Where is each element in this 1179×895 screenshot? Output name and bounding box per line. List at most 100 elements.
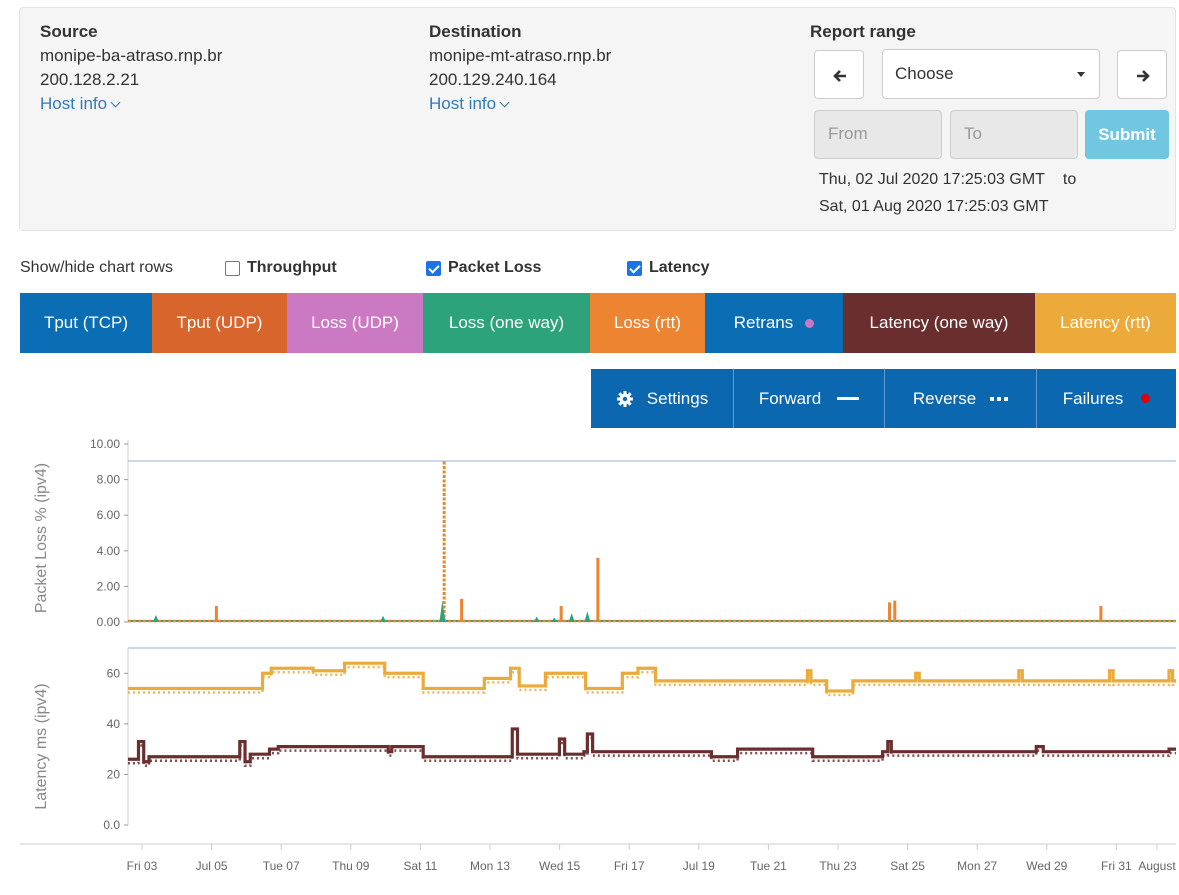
show-hide-label: Show/hide chart rows [20, 259, 173, 276]
loss-one-way-spike [380, 615, 387, 622]
source-label: Source [40, 22, 98, 41]
destination-host: monipe-mt-atraso.rnp.br [429, 46, 612, 65]
submit-button[interactable]: Submit [1085, 110, 1169, 159]
latency-y-tick-label: 0.0 [103, 818, 120, 832]
report-range-label: Report range [810, 22, 916, 41]
time-axis-tick-label: Fri 17 [614, 859, 645, 873]
time-axis: Fri 03 Jul 05 Tue 07 Thu 09 Sat 11 Mon 13 Wed … [20, 843, 1176, 873]
loss-y-tick-label: 6.00 [97, 508, 121, 522]
arrow-right-icon [1137, 70, 1150, 82]
forward-toggle[interactable]: Forward [734, 369, 885, 428]
legend-tput-udp[interactable]: Tput (UDP) [152, 293, 287, 353]
latency-checkbox-label: Latency [649, 259, 710, 276]
time-axis-tick-label: Mon 13 [470, 859, 510, 873]
destination-ip: 200.129.240.164 [429, 70, 557, 89]
reverse-toggle[interactable]: Reverse [885, 369, 1037, 428]
source-host-info-link[interactable]: Host info [40, 92, 222, 116]
time-axis-tick-label: Thu 23 [819, 859, 857, 873]
to-placeholder: To [964, 124, 982, 143]
range-start-line: Thu, 02 Jul 2020 17:25:03 GMT to [819, 171, 1076, 189]
to-date-input[interactable]: To [950, 110, 1078, 159]
solid-line-icon [837, 397, 860, 400]
destination-host-info-link[interactable]: Host info [429, 92, 611, 116]
chevron-down-icon [499, 97, 510, 108]
checkbox-checked-icon [426, 260, 441, 276]
checkbox-unchecked-icon [225, 260, 240, 276]
loss-y-tick-label: 8.00 [97, 473, 121, 487]
range-start: Thu, 02 Jul 2020 17:25:03 GMT [819, 171, 1045, 188]
failure-dot-icon [1141, 394, 1151, 403]
latency-rtt-line [128, 661, 1176, 693]
source-host: monipe-ba-atraso.rnp.br [40, 46, 223, 65]
time-axis-tick-label: Fri 31 [1101, 859, 1132, 873]
latency-one-way-reverse-line [128, 731, 1176, 768]
time-axis-tick-label: Wed 29 [1026, 859, 1067, 873]
loss-one-way-spike [584, 611, 591, 622]
from-placeholder: From [828, 124, 868, 143]
packet-loss-checkbox[interactable]: Packet Loss [426, 259, 541, 277]
time-axis-tick-label: Jul 19 [683, 859, 715, 873]
range-end: Sat, 01 Aug 2020 17:25:03 GMT [819, 198, 1049, 215]
legend-loss-udp[interactable]: Loss (UDP) [287, 293, 423, 353]
loss-y-tick-label: 2.00 [97, 579, 121, 593]
latency-chart: 0.0 20 40 60 Latency ms (ipv4) [33, 647, 1176, 832]
loss-y-label: Packet Loss % (ipv4) [33, 463, 50, 613]
time-axis-tick-label: August [1138, 859, 1176, 873]
next-range-button[interactable] [1117, 50, 1167, 99]
packet-loss-chart: 0.00 2.00 4.00 6.00 8.00 10.00 Packet Loss % (… [33, 437, 1176, 629]
chevron-down-icon [110, 97, 121, 108]
checkbox-checked-icon [627, 260, 642, 276]
destination-info: Destination monipe-mt-atraso.rnp.br 200.… [429, 20, 611, 116]
retrans-dot-icon [805, 318, 815, 328]
loss-y-tick-label: 4.00 [97, 544, 121, 558]
failures-label: Failures [1062, 388, 1124, 408]
legend-retrans[interactable]: Retrans [705, 293, 843, 353]
time-axis-tick-label: Jul 05 [196, 859, 228, 873]
legend-loss-one-way[interactable]: Loss (one way) [423, 293, 590, 353]
latency-checkbox[interactable]: Latency [627, 259, 709, 277]
time-axis-tick-label: Tue 21 [750, 859, 787, 873]
forward-label: Forward [758, 388, 822, 408]
source-info: Source monipe-ba-atraso.rnp.br 200.128.2… [40, 20, 222, 116]
loss-one-way-spike [568, 613, 575, 622]
reverse-label: Reverse [912, 388, 977, 408]
loss-y-tick-label: 0.00 [97, 615, 121, 629]
arrow-left-icon [833, 70, 846, 82]
failures-toggle[interactable]: Failures [1037, 369, 1176, 428]
chart-options-bar: Settings Forward Reverse Failures [591, 369, 1176, 428]
latency-y-tick-label: 20 [107, 767, 121, 781]
legend-latency-one-way[interactable]: Latency (one way) [843, 293, 1035, 353]
latency-y-label: Latency ms (ipv4) [33, 683, 50, 809]
caret-down-icon [1077, 72, 1085, 77]
legend-tput-tcp[interactable]: Tput (TCP) [20, 293, 152, 353]
range-select[interactable]: Choose [882, 49, 1100, 99]
time-axis-tick-label: Sat 25 [890, 859, 925, 873]
latency-y-tick-label: 40 [107, 717, 121, 731]
series-legend: Tput (TCP) Tput (UDP) Loss (UDP) Loss (o… [20, 293, 1176, 353]
previous-range-button[interactable] [814, 50, 864, 99]
destination-label: Destination [429, 22, 522, 41]
loss-one-way-spike [533, 616, 540, 622]
range-separator: to [1062, 171, 1077, 188]
loss-one-way-spike [152, 614, 159, 622]
legend-latency-rtt[interactable]: Latency (rtt) [1035, 293, 1176, 353]
from-date-input[interactable]: From [814, 110, 942, 159]
legend-loss-rtt[interactable]: Loss (rtt) [590, 293, 705, 353]
show-hide-rows: Show/hide chart rows Throughput Packet L… [20, 259, 1170, 283]
loss-y-tick-label: 10.00 [90, 437, 120, 451]
settings-button[interactable]: Settings [591, 369, 734, 428]
dotted-line-icon [990, 396, 1009, 401]
time-axis-tick-label: Mon 27 [957, 859, 997, 873]
charts: 0.00 2.00 4.00 6.00 8.00 10.00 Packet Loss % (… [20, 437, 1176, 873]
time-axis-tick-label: Tue 07 [263, 859, 300, 873]
throughput-checkbox[interactable]: Throughput [225, 259, 337, 277]
time-axis-tick-label: Thu 09 [332, 859, 370, 873]
latency-y-tick-label: 60 [107, 666, 121, 680]
range-select-value: Choose [895, 64, 954, 83]
packet-loss-checkbox-label: Packet Loss [448, 259, 542, 276]
time-axis-tick-label: Fri 03 [127, 859, 158, 873]
time-axis-tick-label: Wed 15 [539, 859, 580, 873]
gear-icon [616, 390, 633, 407]
host-panel: Source monipe-ba-atraso.rnp.br 200.128.2… [19, 7, 1176, 231]
time-axis-tick-label: Sat 11 [403, 859, 437, 873]
